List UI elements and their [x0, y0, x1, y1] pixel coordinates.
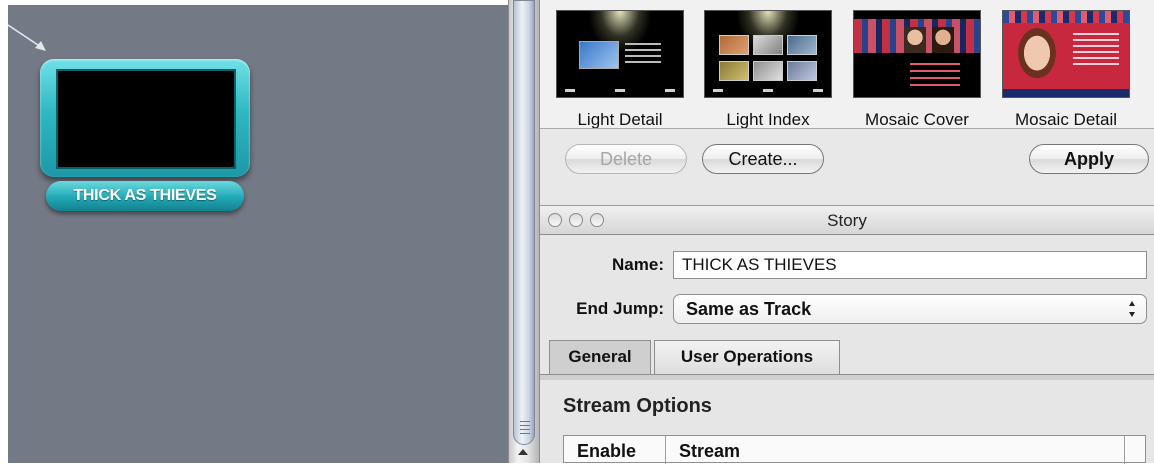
menu-canvas[interactable]: THICK AS THIEVES [8, 5, 508, 463]
name-label: Name: [612, 255, 664, 274]
tv-screen [56, 69, 236, 169]
template-thumbnail [556, 10, 684, 98]
inspector-pane: Light Detail Light Index Mosaic Cover Mo… [540, 0, 1154, 464]
stream-table: Enable Stream [563, 435, 1146, 464]
name-field[interactable]: THICK AS THIEVES [673, 251, 1147, 279]
template-caption: Light Detail [577, 110, 663, 129]
menu-button-thick-as-thieves[interactable]: THICK AS THIEVES [40, 59, 250, 214]
template-mosaic-cover[interactable]: Mosaic Cover [853, 10, 981, 128]
template-caption: Mosaic Cover [865, 110, 969, 129]
template-caption: Light Index [726, 110, 810, 129]
template-mosaic-detail[interactable]: Mosaic Detail [1002, 10, 1130, 128]
select-arrows-icon [1129, 301, 1135, 317]
story-window-titlebar[interactable]: Story [540, 205, 1154, 235]
end-jump-label: End Jump: [576, 299, 664, 318]
column-header-enable[interactable]: Enable [564, 436, 666, 464]
scroll-grip-icon [520, 421, 530, 437]
template-thumbnail [1002, 10, 1130, 98]
create-button[interactable]: Create... [702, 144, 824, 174]
end-jump-value: Same as Track [686, 299, 812, 319]
template-actions: Delete Create... Apply [540, 129, 1154, 205]
menu-button-label[interactable]: THICK AS THIEVES [46, 181, 244, 211]
template-thumbnail [704, 10, 832, 98]
stream-options-heading: Stream Options [563, 395, 712, 417]
tab-user-operations[interactable]: User Operations [654, 340, 840, 374]
end-jump-select[interactable]: Same as Track [673, 294, 1147, 324]
template-light-index[interactable]: Light Index [704, 10, 832, 128]
template-light-detail[interactable]: Light Detail [556, 10, 684, 128]
split-divider[interactable] [508, 0, 540, 463]
tv-frame [40, 59, 250, 177]
scroll-up-arrow-icon[interactable] [518, 449, 528, 455]
template-browser: Light Detail Light Index Mosaic Cover Mo… [540, 0, 1154, 129]
column-header-stream[interactable]: Stream [666, 436, 1125, 464]
pointer-arrow-icon [8, 24, 46, 51]
vertical-scroll-thumb[interactable] [513, 0, 535, 445]
template-thumbnail [853, 10, 981, 98]
apply-button[interactable]: Apply [1029, 144, 1149, 174]
window-title: Story [827, 211, 867, 230]
template-caption: Mosaic Detail [1014, 110, 1118, 129]
tab-general[interactable]: General [549, 340, 651, 374]
story-inspector: Name: THICK AS THIEVES End Jump: Same as… [540, 235, 1154, 464]
delete-button[interactable]: Delete [565, 144, 687, 174]
tab-divider [540, 374, 1154, 380]
